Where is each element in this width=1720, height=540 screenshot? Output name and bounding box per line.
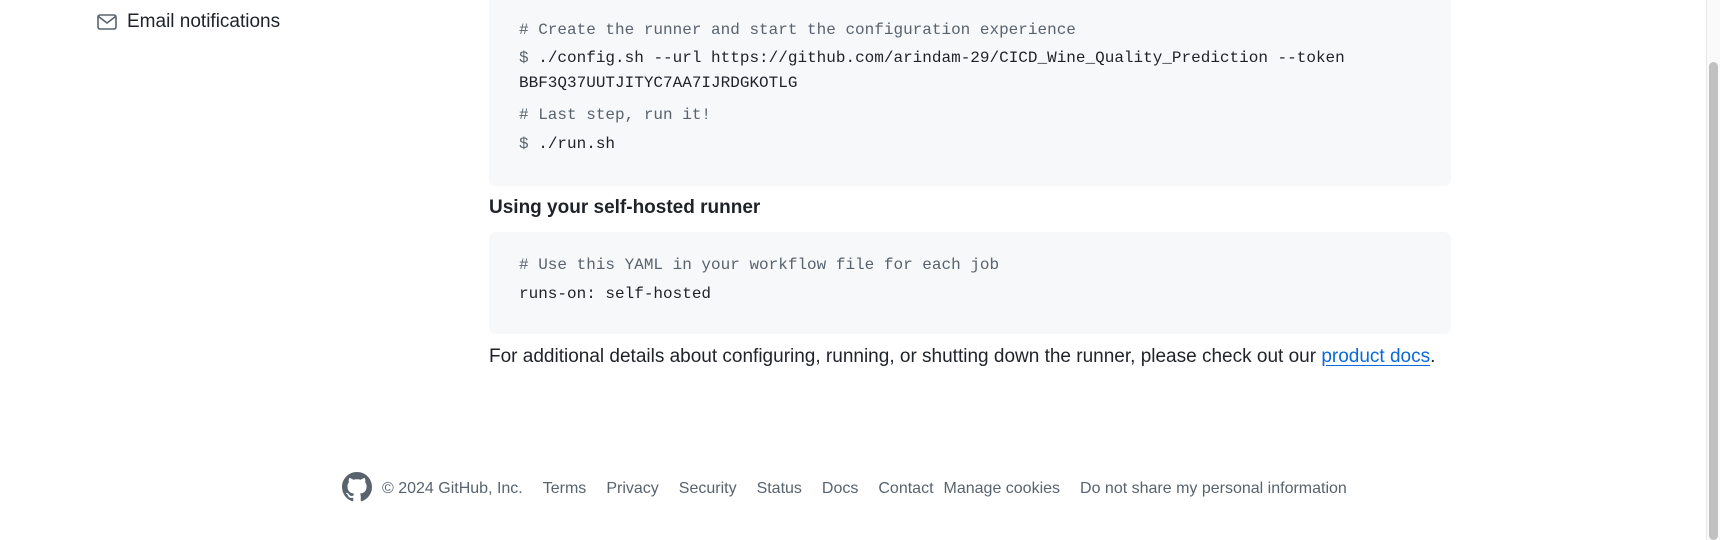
footer-link-terms[interactable]: Terms (543, 480, 587, 498)
footer-link-do-not-share[interactable]: Do not share my personal information (1080, 480, 1347, 498)
note-end: . (1430, 346, 1436, 367)
footer-link-security[interactable]: Security (679, 480, 737, 498)
footer: © 2024 GitHub, Inc. Terms Privacy Securi… (342, 471, 1347, 507)
sidebar-item-email-notifications[interactable]: Email notifications (97, 8, 280, 36)
code-comment-run: # Last step, run it! (519, 106, 712, 124)
usage-code-block: # Use this YAML in your workflow file fo… (489, 232, 1451, 334)
config-command-line: $ ./config.sh --url https://github.com/a… (519, 49, 1345, 67)
footer-link-contact[interactable]: Contact (878, 480, 933, 498)
scrollbar-thumb[interactable] (1709, 62, 1718, 540)
sidebar-item-label: Email notifications (127, 11, 281, 32)
note-text: For additional details about configuring… (489, 346, 1322, 367)
github-logo-icon[interactable] (342, 471, 372, 507)
code-comment-usage: # Use this YAML in your workflow file fo… (519, 256, 1000, 274)
scrollbar-track[interactable] (1706, 0, 1720, 540)
shell-prompt: $ (519, 49, 529, 67)
copyright-text: © 2024 GitHub, Inc. (382, 480, 523, 497)
additional-details-note: For additional details about configuring… (489, 346, 1435, 368)
run-command: ./run.sh (538, 135, 616, 153)
footer-link-status[interactable]: Status (757, 480, 802, 498)
config-command: ./config.sh --url https://github.com/ari… (538, 49, 1345, 67)
config-token: BBF3Q37UUTJITYC7AA7IJRDGKOTLG (519, 74, 798, 92)
run-command-line: $ ./run.sh (519, 135, 615, 153)
footer-link-docs[interactable]: Docs (822, 480, 858, 498)
usage-heading: Using your self-hosted runner (489, 197, 761, 218)
mail-icon (97, 14, 117, 30)
footer-link-privacy[interactable]: Privacy (606, 480, 658, 498)
footer-link-manage-cookies[interactable]: Manage cookies (944, 480, 1061, 498)
shell-prompt: $ (519, 135, 529, 153)
product-docs-link[interactable]: product docs (1321, 346, 1430, 367)
yaml-runs-on: runs-on: self-hosted (519, 285, 712, 303)
configure-code-block: # Create the runner and start the config… (489, 0, 1451, 186)
code-comment-create: # Create the runner and start the config… (519, 21, 1076, 39)
